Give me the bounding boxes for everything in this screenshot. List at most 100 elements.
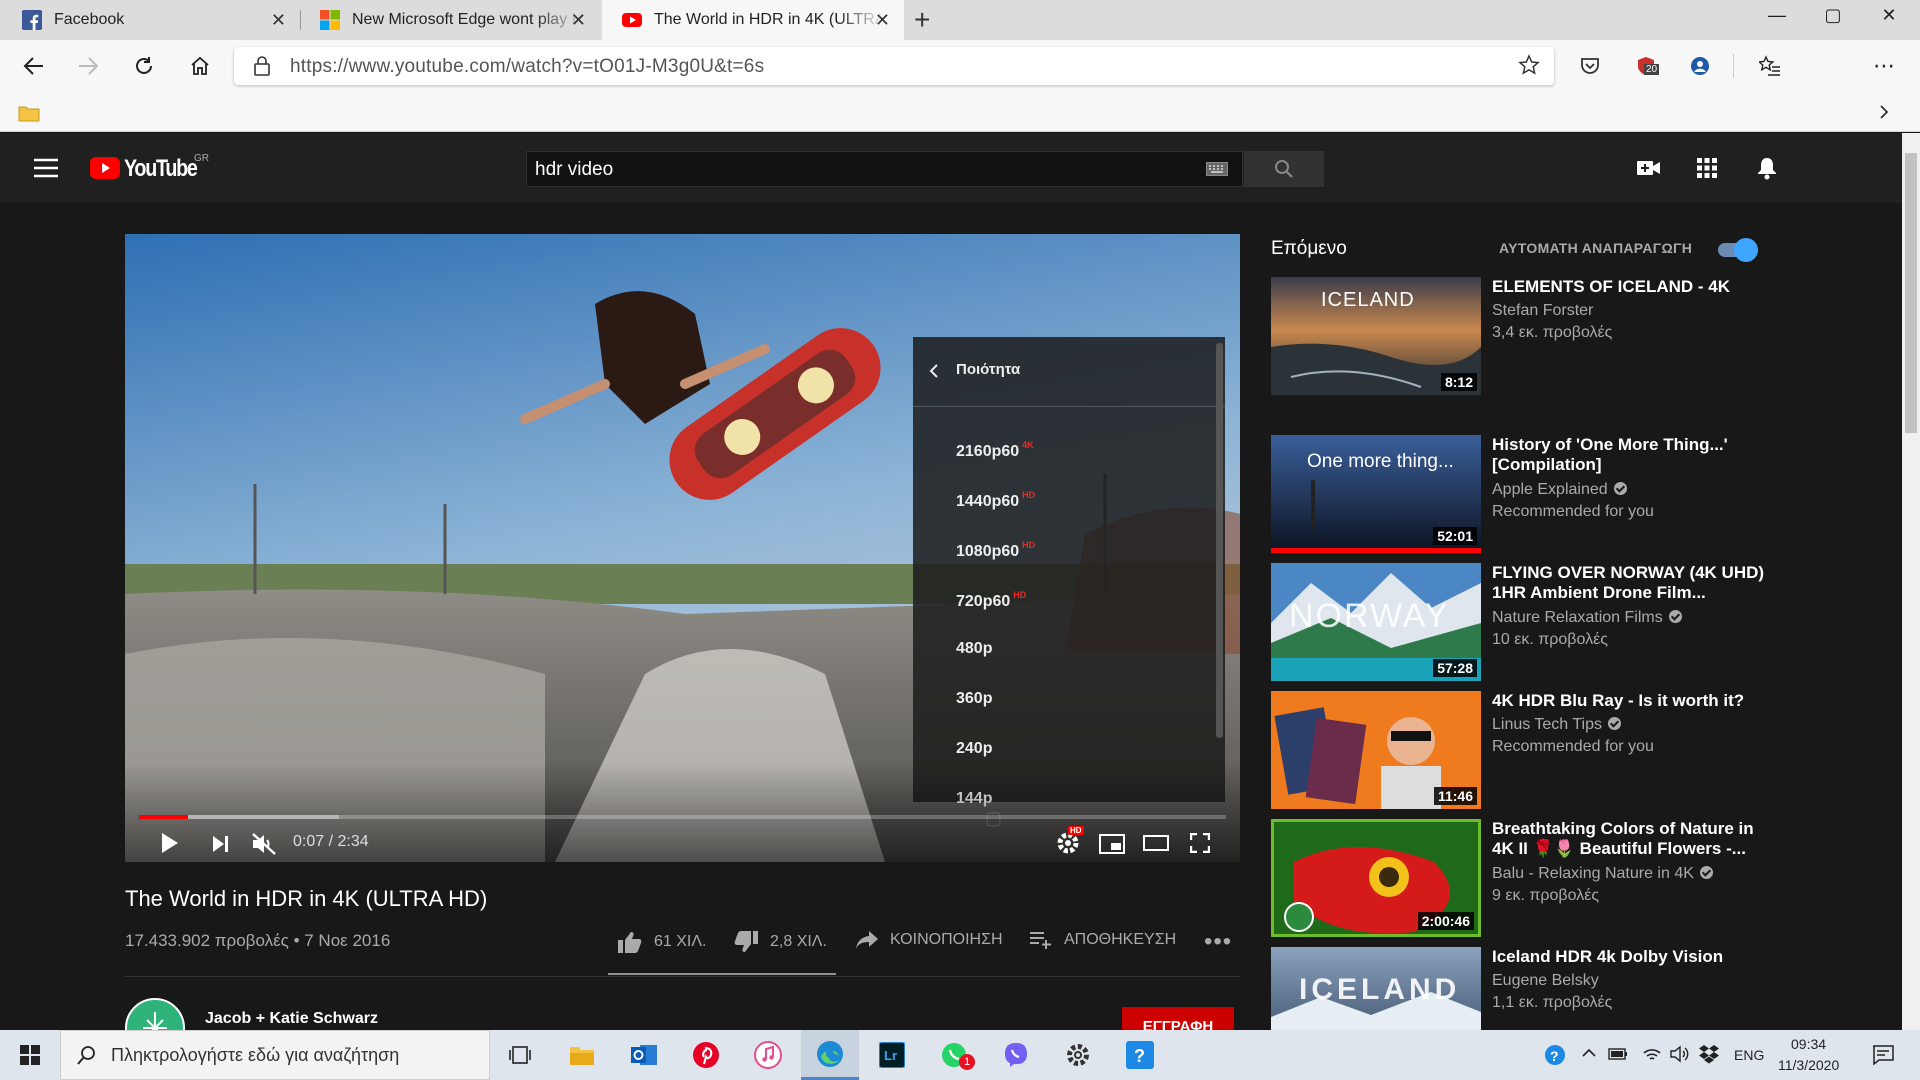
chevron-right-icon[interactable] bbox=[1878, 104, 1890, 120]
battery-icon[interactable] bbox=[1608, 1048, 1628, 1060]
channel-name[interactable]: Jacob + Katie Schwarz bbox=[205, 1010, 378, 1028]
video-player[interactable]: ▢ Ποιότητα 2160p604K1440p60HD1080p60HD72… bbox=[125, 234, 1240, 862]
muted-volume-icon[interactable] bbox=[251, 832, 277, 856]
quality-option[interactable]: 480p bbox=[956, 640, 992, 658]
volume-icon[interactable] bbox=[1670, 1045, 1690, 1063]
apps-grid-icon[interactable] bbox=[1697, 158, 1717, 178]
like-button[interactable]: 61 ΧΙΛ. bbox=[618, 931, 707, 953]
wifi-icon[interactable] bbox=[1642, 1045, 1662, 1063]
dropbox-icon[interactable] bbox=[1698, 1044, 1720, 1064]
autoplay-toggle[interactable] bbox=[1718, 238, 1758, 262]
close-tab-icon[interactable]: ✕ bbox=[271, 10, 286, 31]
youtube-logo-icon[interactable] bbox=[90, 157, 120, 179]
favorites-button[interactable] bbox=[1756, 52, 1784, 80]
save-button[interactable]: ΑΠΟΘΗΚΕΥΣΗ bbox=[1030, 931, 1176, 949]
video-title[interactable]: ELEMENTS OF ICELAND - 4K bbox=[1492, 277, 1773, 297]
video-title[interactable]: Breathtaking Colors of Nature in 4K II 🌹… bbox=[1492, 819, 1773, 859]
video-title[interactable]: 4K HDR Blu Ray - Is it worth it? bbox=[1492, 691, 1773, 711]
viber-app[interactable] bbox=[987, 1030, 1045, 1080]
related-video-card[interactable]: 11:46 4K HDR Blu Ray - Is it worth it? L… bbox=[1271, 691, 1773, 809]
search-input[interactable]: hdr video bbox=[526, 151, 1243, 187]
video-title[interactable]: FLYING OVER NORWAY (4K UHD) 1HR Ambient … bbox=[1492, 563, 1773, 603]
related-video-card[interactable]: ICELAND 8:12 ELEMENTS OF ICELAND - 4K St… bbox=[1271, 277, 1773, 395]
progress-bar[interactable] bbox=[139, 815, 1226, 819]
next-video-icon[interactable] bbox=[212, 835, 230, 853]
forward-button[interactable] bbox=[72, 50, 104, 82]
hamburger-menu-icon[interactable] bbox=[34, 158, 58, 178]
theater-mode-icon[interactable] bbox=[1143, 835, 1169, 851]
profile-extension[interactable] bbox=[1686, 52, 1714, 80]
youtube-logo-text[interactable]: YouTube bbox=[124, 155, 198, 183]
quality-option[interactable]: 360p bbox=[956, 690, 992, 708]
close-window-button[interactable]: ✕ bbox=[1864, 0, 1914, 30]
video-thumbnail[interactable]: NORWAY 57:28 bbox=[1271, 563, 1481, 681]
maximize-button[interactable]: ▢ bbox=[1808, 0, 1858, 30]
clock-date[interactable]: 11/3/2020 bbox=[1778, 1057, 1839, 1073]
home-button[interactable] bbox=[184, 50, 216, 82]
video-title[interactable]: Iceland HDR 4k Dolby Vision bbox=[1492, 947, 1773, 967]
close-tab-icon[interactable]: ✕ bbox=[571, 10, 586, 31]
file-explorer-app[interactable] bbox=[553, 1030, 611, 1080]
quality-menu-scrollbar[interactable] bbox=[1216, 343, 1223, 738]
favorite-star-icon[interactable] bbox=[1518, 54, 1540, 76]
refresh-button[interactable] bbox=[128, 50, 160, 82]
action-center-icon[interactable] bbox=[1872, 1044, 1894, 1066]
video-thumbnail[interactable]: ICELAND bbox=[1271, 947, 1481, 1030]
back-button[interactable] bbox=[18, 50, 50, 82]
dislike-button[interactable]: 2,8 ΧΙΛ. bbox=[734, 931, 827, 953]
quality-menu-header[interactable]: Ποιότητα bbox=[913, 337, 1225, 407]
shield-extension[interactable]: 20 bbox=[1632, 52, 1660, 80]
close-tab-icon[interactable]: ✕ bbox=[875, 10, 890, 31]
whatsapp-app[interactable]: 1 bbox=[925, 1030, 983, 1080]
clock-time[interactable]: 09:34 bbox=[1791, 1036, 1826, 1052]
related-video-card[interactable]: One more thing... 52:01 History of 'One … bbox=[1271, 435, 1773, 553]
miniplayer-icon[interactable] bbox=[1099, 834, 1125, 854]
help-app[interactable]: ? bbox=[1111, 1030, 1169, 1080]
notifications-bell-icon[interactable] bbox=[1757, 156, 1777, 180]
address-input[interactable]: https://www.youtube.com/watch?v=tO01J-M3… bbox=[234, 47, 1554, 85]
quality-option[interactable]: 2160p60 4K bbox=[956, 440, 1034, 461]
video-thumbnail[interactable]: ICELAND 8:12 bbox=[1271, 277, 1481, 395]
minimize-button[interactable]: — bbox=[1752, 0, 1802, 30]
page-scrollbar[interactable] bbox=[1902, 133, 1920, 1030]
tab-edge-hdr[interactable]: New Microsoft Edge wont play HDR ✕ bbox=[300, 0, 600, 40]
more-actions-button[interactable]: ••• bbox=[1204, 928, 1232, 956]
settings-app[interactable] bbox=[1049, 1030, 1107, 1080]
quality-option[interactable]: 1440p60 HD bbox=[956, 490, 1035, 511]
create-video-icon[interactable] bbox=[1637, 159, 1661, 177]
tab-facebook[interactable]: Facebook ✕ bbox=[0, 0, 300, 40]
related-video-card[interactable]: NORWAY 57:28 FLYING OVER NORWAY (4K UHD)… bbox=[1271, 563, 1773, 681]
keyboard-icon[interactable] bbox=[1206, 162, 1228, 176]
more-menu-button[interactable]: ⋯ bbox=[1870, 52, 1898, 80]
lightroom-app[interactable]: Lr bbox=[863, 1030, 921, 1080]
chevron-up-icon[interactable] bbox=[1582, 1048, 1596, 1058]
channel-avatar[interactable] bbox=[125, 998, 185, 1030]
fullscreen-icon[interactable] bbox=[1190, 833, 1210, 853]
new-tab-button[interactable]: + bbox=[914, 4, 930, 36]
video-thumbnail[interactable]: 11:46 bbox=[1271, 691, 1481, 809]
tab-youtube[interactable]: The World in HDR in 4K (ULTRA HD) ✕ bbox=[602, 0, 904, 40]
outlook-app[interactable] bbox=[615, 1030, 673, 1080]
related-video-card[interactable]: ICELAND Iceland HDR 4k Dolby Vision Euge… bbox=[1271, 947, 1773, 1030]
quality-option[interactable]: 1080p60 HD bbox=[956, 540, 1035, 561]
edge-app[interactable] bbox=[801, 1030, 859, 1080]
video-thumbnail[interactable]: 2:00:46 bbox=[1271, 819, 1481, 937]
itunes-app[interactable] bbox=[739, 1030, 797, 1080]
scrollbar-thumb[interactable] bbox=[1905, 153, 1917, 433]
folder-icon[interactable] bbox=[18, 104, 40, 122]
quality-option[interactable]: 240p bbox=[956, 740, 992, 758]
windows-start-icon[interactable] bbox=[20, 1045, 40, 1065]
pocket-extension[interactable] bbox=[1576, 52, 1604, 80]
share-button[interactable]: ΚΟΙΝΟΠΟΙΗΣΗ bbox=[856, 931, 1003, 949]
input-language[interactable]: ENG bbox=[1734, 1047, 1764, 1063]
task-view-button[interactable] bbox=[491, 1030, 549, 1080]
video-thumbnail[interactable]: One more thing... 52:01 bbox=[1271, 435, 1481, 553]
help-tray-icon[interactable]: ? bbox=[1544, 1044, 1566, 1066]
video-title[interactable]: History of 'One More Thing...' [Compilat… bbox=[1492, 435, 1773, 475]
search-button[interactable] bbox=[1244, 151, 1324, 187]
subscribe-button[interactable]: ΕΓΓΡΑΦΗ bbox=[1122, 1007, 1234, 1030]
related-video-card[interactable]: 2:00:46 Breathtaking Colors of Nature in… bbox=[1271, 819, 1773, 937]
play-icon[interactable] bbox=[161, 832, 179, 854]
pinterest-app[interactable] bbox=[677, 1030, 735, 1080]
taskbar-search-input[interactable]: Πληκτρολογήστε εδώ για αναζήτηση bbox=[60, 1030, 490, 1080]
